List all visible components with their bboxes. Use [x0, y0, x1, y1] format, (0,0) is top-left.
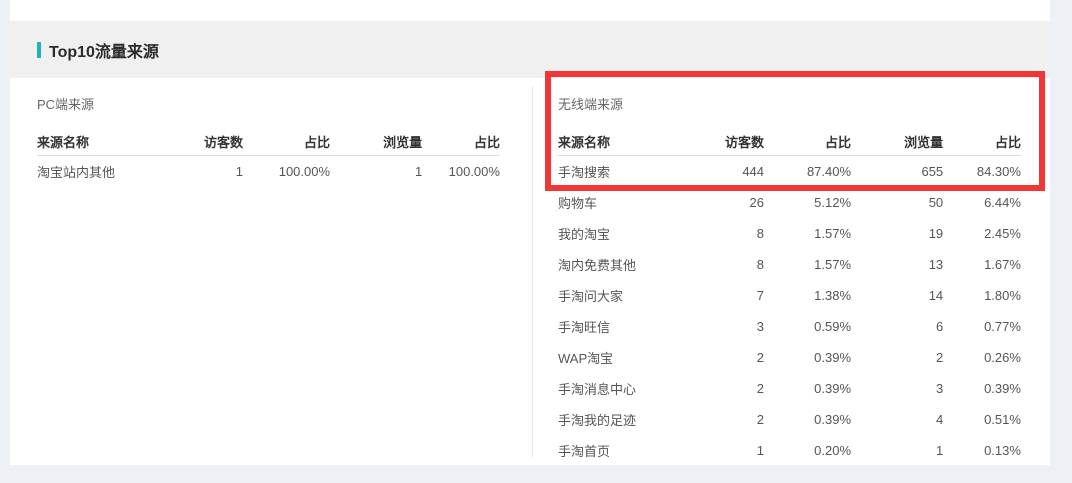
source-name-cell: WAP淘宝	[558, 348, 678, 367]
pc-table-body: 淘宝站内其他1100.00%1100.00%	[37, 156, 500, 187]
value-cell: 13	[851, 257, 943, 272]
value-cell: 6.44%	[943, 195, 1021, 210]
wireless-table-body: 手淘搜索44487.40%65584.30%购物车265.12%506.44%我…	[558, 156, 1021, 466]
value-cell: 26	[678, 195, 764, 210]
value-cell: 2	[851, 350, 943, 365]
value-cell: 0.51%	[943, 412, 1021, 427]
value-cell: 5.12%	[764, 195, 851, 210]
pc-table-header: 来源名称 访客数 占比 浏览量 占比	[37, 127, 500, 156]
panel-divider	[532, 86, 533, 457]
value-cell: 1	[157, 164, 243, 179]
column-header-pageview-ratio: 占比	[422, 132, 500, 151]
value-cell: 100.00%	[422, 164, 500, 179]
table-row: 购物车265.12%506.44%	[558, 187, 1021, 218]
value-cell: 655	[851, 164, 943, 179]
section-title: Top10流量来源	[49, 38, 159, 62]
table-row: 手淘我的足迹20.39%40.51%	[558, 404, 1021, 435]
value-cell: 0.26%	[943, 350, 1021, 365]
value-cell: 0.39%	[764, 412, 851, 427]
value-cell: 19	[851, 226, 943, 241]
value-cell: 8	[678, 257, 764, 272]
column-header-visitors: 访客数	[678, 132, 764, 151]
value-cell: 0.13%	[943, 443, 1021, 458]
pc-sources-panel: PC端来源 来源名称 访客数 占比 浏览量 占比 淘宝站内其他1100.00%1…	[37, 78, 500, 187]
column-header-pageview-ratio: 占比	[943, 132, 1021, 151]
value-cell: 1	[851, 443, 943, 458]
traffic-sources-card: PC端来源 来源名称 访客数 占比 浏览量 占比 淘宝站内其他1100.00%1…	[10, 78, 1050, 465]
value-cell: 14	[851, 288, 943, 303]
source-name-cell: 淘内免费其他	[558, 255, 678, 274]
value-cell: 0.77%	[943, 319, 1021, 334]
value-cell: 0.59%	[764, 319, 851, 334]
source-name-cell: 手淘旺信	[558, 317, 678, 336]
source-name-cell: 淘宝站内其他	[37, 162, 157, 181]
value-cell: 3	[678, 319, 764, 334]
table-row: 手淘首页10.20%10.13%	[558, 435, 1021, 466]
table-row: 手淘搜索44487.40%65584.30%	[558, 156, 1021, 187]
column-header-pageviews: 浏览量	[330, 132, 422, 151]
value-cell: 0.39%	[764, 381, 851, 396]
section-header: Top10流量来源	[10, 21, 1050, 78]
value-cell: 1.57%	[764, 226, 851, 241]
column-header-pageviews: 浏览量	[851, 132, 943, 151]
value-cell: 2	[678, 350, 764, 365]
source-name-cell: 手淘我的足迹	[558, 410, 678, 429]
value-cell: 6	[851, 319, 943, 334]
column-header-source-name: 来源名称	[558, 132, 678, 151]
analytics-page: Top10流量来源 PC端来源 来源名称 访客数 占比 浏览量 占比 淘宝站内其…	[0, 0, 1072, 483]
table-row: 手淘旺信30.59%60.77%	[558, 311, 1021, 342]
accent-bar	[37, 42, 41, 58]
table-row: 淘宝站内其他1100.00%1100.00%	[37, 156, 500, 187]
value-cell: 8	[678, 226, 764, 241]
value-cell: 1.38%	[764, 288, 851, 303]
value-cell: 87.40%	[764, 164, 851, 179]
column-header-visitor-ratio: 占比	[764, 132, 851, 151]
value-cell: 0.39%	[764, 350, 851, 365]
value-cell: 0.20%	[764, 443, 851, 458]
value-cell: 1	[678, 443, 764, 458]
table-row: WAP淘宝20.39%20.26%	[558, 342, 1021, 373]
value-cell: 3	[851, 381, 943, 396]
source-name-cell: 手淘搜索	[558, 162, 678, 181]
pc-panel-title: PC端来源	[37, 97, 500, 113]
column-header-visitor-ratio: 占比	[243, 132, 330, 151]
wireless-table-header: 来源名称 访客数 占比 浏览量 占比	[558, 127, 1021, 156]
column-header-source-name: 来源名称	[37, 132, 157, 151]
value-cell: 100.00%	[243, 164, 330, 179]
value-cell: 1	[330, 164, 422, 179]
table-row: 手淘消息中心20.39%30.39%	[558, 373, 1021, 404]
wireless-sources-panel: 无线端来源 来源名称 访客数 占比 浏览量 占比 手淘搜索44487.40%65…	[558, 78, 1021, 466]
source-name-cell: 手淘首页	[558, 441, 678, 460]
value-cell: 444	[678, 164, 764, 179]
wireless-panel-title: 无线端来源	[558, 97, 1021, 113]
value-cell: 50	[851, 195, 943, 210]
value-cell: 2.45%	[943, 226, 1021, 241]
value-cell: 0.39%	[943, 381, 1021, 396]
table-row: 我的淘宝81.57%192.45%	[558, 218, 1021, 249]
source-name-cell: 手淘消息中心	[558, 379, 678, 398]
source-name-cell: 我的淘宝	[558, 224, 678, 243]
value-cell: 2	[678, 381, 764, 396]
value-cell: 1.67%	[943, 257, 1021, 272]
source-name-cell: 手淘问大家	[558, 286, 678, 305]
previous-module-edge	[10, 0, 1050, 21]
value-cell: 4	[851, 412, 943, 427]
value-cell: 84.30%	[943, 164, 1021, 179]
value-cell: 7	[678, 288, 764, 303]
table-row: 淘内免费其他81.57%131.67%	[558, 249, 1021, 280]
value-cell: 1.80%	[943, 288, 1021, 303]
value-cell: 2	[678, 412, 764, 427]
table-row: 手淘问大家71.38%141.80%	[558, 280, 1021, 311]
value-cell: 1.57%	[764, 257, 851, 272]
source-name-cell: 购物车	[558, 193, 678, 212]
column-header-visitors: 访客数	[157, 132, 243, 151]
